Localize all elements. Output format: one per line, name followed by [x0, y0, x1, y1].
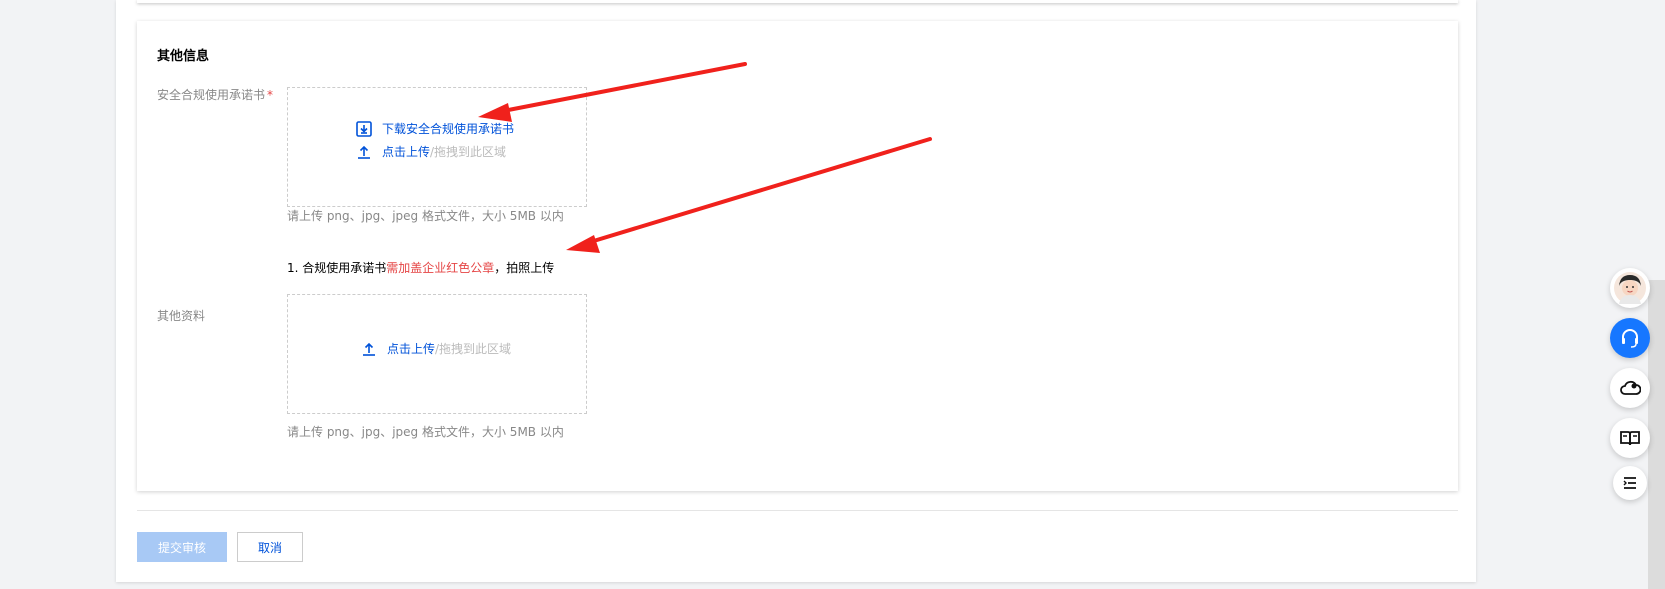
other-docs-upload-dropzone[interactable]: 点击上传/拖拽到此区域 [287, 294, 587, 414]
other-upload-action[interactable]: 点击上传/拖拽到此区域 [361, 340, 511, 357]
note-prefix: 1. 合规使用承诺书 [287, 261, 387, 275]
footer-divider [137, 510, 1458, 511]
download-icon [356, 120, 372, 137]
download-commitment-link[interactable]: 下载安全合规使用承诺书 [356, 120, 514, 137]
docs-button[interactable] [1610, 418, 1650, 458]
commitment-label-text: 安全合规使用承诺书 [157, 88, 266, 102]
upload-icon [358, 145, 370, 159]
commitment-drag-text: /拖拽到此区域 [430, 145, 507, 159]
book-icon [1620, 431, 1640, 446]
commitment-upload-link[interactable]: 点击上传 [382, 143, 430, 160]
support-button[interactable] [1610, 318, 1650, 358]
commitment-label: 安全合规使用承诺书 * [157, 86, 273, 103]
commitment-upload-action[interactable]: 点击上传/拖拽到此区域 [356, 143, 506, 160]
agent-avatar-icon [1614, 272, 1646, 304]
agent-avatar-button[interactable] [1610, 268, 1650, 308]
cloud-user-button[interactable] [1610, 368, 1650, 408]
scrollbar[interactable] [1648, 280, 1665, 589]
headset-icon [1622, 329, 1638, 348]
section-title: 其他信息 [157, 49, 210, 64]
download-commitment-text[interactable]: 下载安全合规使用承诺书 [382, 120, 514, 137]
other-drag-text: /拖拽到此区域 [435, 342, 512, 356]
list-icon [1623, 477, 1636, 489]
other-upload-link[interactable]: 点击上传 [387, 340, 435, 357]
other-docs-label: 其他资料 [157, 309, 206, 323]
required-mark: * [267, 88, 274, 102]
commitment-hint: 请上传 png、jpg、jpeg 格式文件，大小 5MB 以内 [287, 209, 564, 223]
note-suffix: ，拍照上传 [494, 261, 555, 275]
submit-button[interactable]: 提交审核 [137, 532, 227, 562]
upload-icon [363, 342, 375, 356]
commitment-note: 1. 合规使用承诺书需加盖企业红色公章，拍照上传 [287, 259, 554, 276]
menu-button[interactable] [1613, 466, 1647, 500]
commitment-upload-dropzone[interactable]: 下载安全合规使用承诺书 点击上传/拖拽到此区域 [287, 87, 587, 207]
other-info-card: 其他信息 安全合规使用承诺书 * 下载安全合规使用承诺书 点击上传/拖拽到此区域 … [137, 21, 1458, 491]
other-docs-hint: 请上传 png、jpg、jpeg 格式文件，大小 5MB 以内 [287, 425, 564, 439]
previous-card-edge [137, 0, 1458, 3]
cancel-button[interactable]: 取消 [237, 532, 303, 562]
note-highlight: 需加盖企业红色公章 [386, 261, 495, 275]
cloud-user-icon [1620, 380, 1641, 395]
